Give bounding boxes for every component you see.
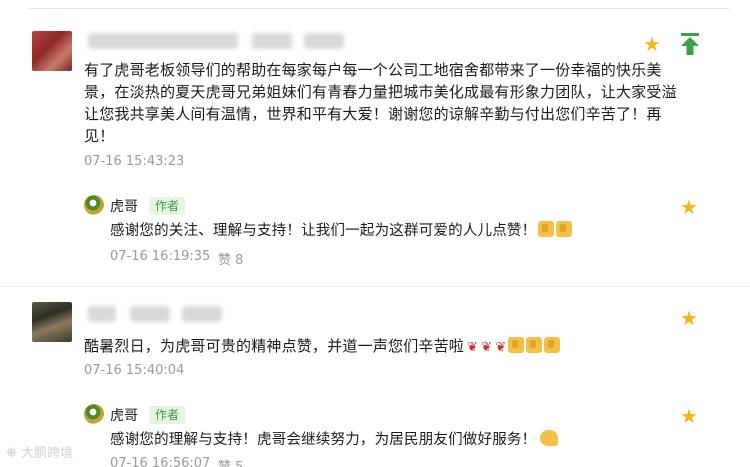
rose-emoji-icon: ❦ xyxy=(481,340,493,355)
commenter-name-blurred xyxy=(88,33,238,49)
rose-emoji-icon: ❦ xyxy=(495,340,507,355)
thumbs-up-emoji-icon xyxy=(526,337,543,353)
commenter-name-blurred-3 xyxy=(304,33,344,49)
thumbs-up-emoji-icon xyxy=(538,221,555,237)
reply-text: 感谢您的关注、理解与支持！让我们一起为这群可爱的人儿点赞！ xyxy=(110,220,573,243)
thumbs-up-emoji-icon xyxy=(544,337,561,353)
rose-emoji-icon: ❦ xyxy=(467,340,479,355)
commenter-name-blurred xyxy=(88,306,116,322)
reply-author-name[interactable]: 虎哥 xyxy=(110,196,138,216)
upvote-arrow-icon[interactable] xyxy=(680,33,700,55)
reply-like-count[interactable]: 赞 5 xyxy=(218,456,243,467)
reply-timestamp: 07-16 16:19:35 xyxy=(110,249,211,264)
author-badge: 作者 xyxy=(149,197,186,215)
reply-text: 感谢您的理解与支持！虎哥会继续努力，为居民朋友们做好服务！ xyxy=(110,429,559,452)
top-divider xyxy=(28,8,730,9)
author-badge: 作者 xyxy=(149,406,186,424)
comment-divider xyxy=(0,286,750,287)
featured-star-icon[interactable]: ★ xyxy=(680,197,698,217)
featured-star-icon[interactable]: ★ xyxy=(643,34,661,54)
comment-text-line-3: 让您我共享美人间有温情，世界和平有大爱！谢谢您的谅解辛勤与付出您们辛苦了！再 xyxy=(84,105,662,123)
reply-timestamp: 07-16 16:56:07 xyxy=(110,456,211,467)
watermark: ❋ 大鹏跨境 xyxy=(6,446,74,461)
featured-star-icon[interactable]: ★ xyxy=(680,406,698,426)
author-avatar[interactable] xyxy=(84,195,104,215)
author-avatar[interactable] xyxy=(84,404,104,424)
comment-text-line-2: 景，在淡热的夏天虎哥兄弟姐妹们有青春力量把城市美化成最有形象力团队，让大家受溢 xyxy=(84,83,677,101)
comment-text: 酷暑烈日，为虎哥可贵的精神点赞，并道一声您们辛苦啦 ❦ ❦ ❦ xyxy=(84,335,561,360)
reply-author-name[interactable]: 虎哥 xyxy=(110,405,138,425)
commenter-name-blurred-3 xyxy=(182,306,222,322)
comment-text-line-1: 有了虎哥老板领导们的帮助在每家每户每一个公司工地宿舍都带来了一份幸福的快乐美 xyxy=(84,61,662,79)
commenter-name-blurred-2 xyxy=(252,33,292,49)
commenter-avatar[interactable] xyxy=(32,302,72,342)
comment-timestamp: 07-16 15:40:04 xyxy=(84,363,185,378)
reply-like-count[interactable]: 赞 8 xyxy=(218,249,243,268)
commenter-name-blurred-2 xyxy=(130,306,170,322)
thumbs-up-emoji-icon xyxy=(556,221,573,237)
watermark-logo-icon: ❋ xyxy=(6,446,22,461)
commenter-avatar[interactable] xyxy=(32,31,72,71)
featured-star-icon[interactable]: ★ xyxy=(680,308,698,328)
thumbs-up-emoji-icon xyxy=(508,337,525,353)
comment-timestamp: 07-16 15:43:23 xyxy=(84,154,185,169)
flexed-arm-emoji-icon xyxy=(540,430,559,446)
comment-text-line-4: 见！ xyxy=(84,127,115,145)
